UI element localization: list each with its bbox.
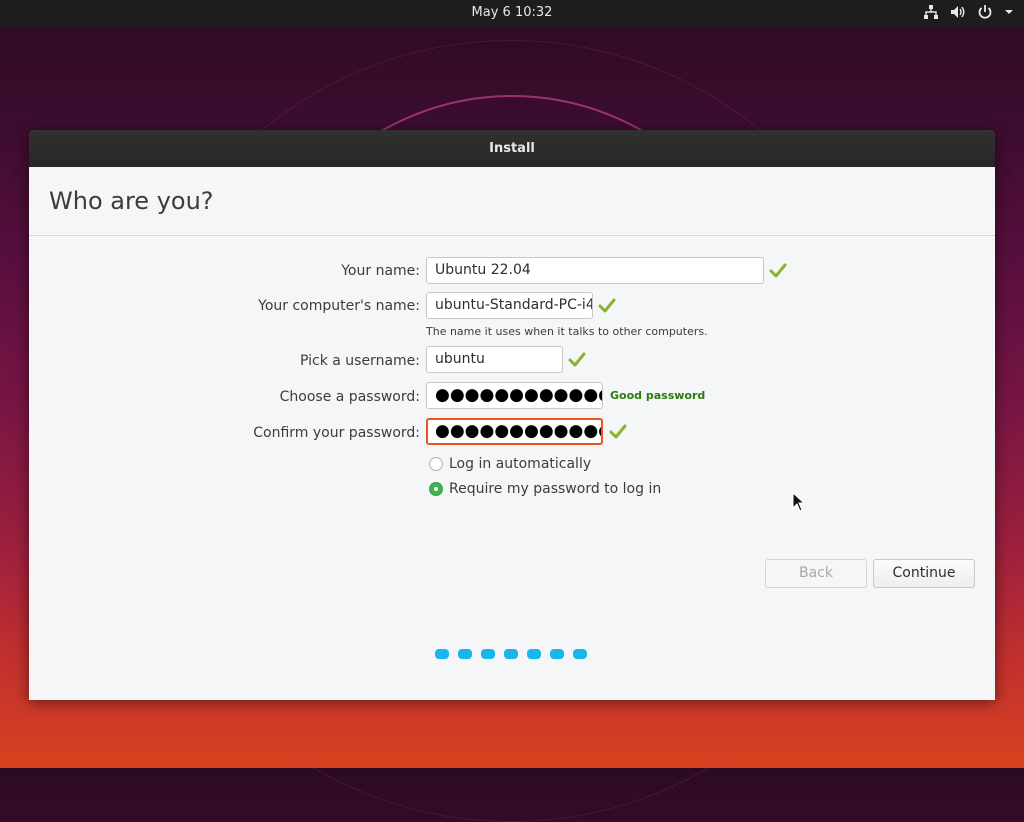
mouse-pointer-icon [792, 492, 806, 512]
progress-dot [458, 649, 472, 659]
password-field[interactable]: ●●●●●●●●●●●● [426, 382, 603, 409]
menu-arrow-icon[interactable] [1004, 4, 1014, 20]
check-icon [769, 263, 787, 278]
computer-name-field[interactable]: ubuntu-Standard-PC-i4 [426, 292, 593, 319]
radio-unselected-icon[interactable] [429, 457, 443, 471]
computer-name-hint: The name it uses when it talks to other … [426, 325, 708, 338]
back-button[interactable]: Back [765, 559, 867, 588]
confirm-password-field[interactable]: ●●●●●●●●●●●● [426, 418, 603, 445]
computer-name-label: Your computer's name: [258, 298, 420, 314]
password-label: Choose a password: [279, 389, 420, 405]
clock[interactable]: May 6 10:32 [0, 5, 1024, 20]
username-label: Pick a username: [299, 353, 420, 369]
check-icon [609, 424, 627, 439]
progress-dot [481, 649, 495, 659]
continue-button[interactable]: Continue [873, 559, 975, 588]
password-strength: Good password [610, 389, 706, 402]
install-progress [435, 649, 587, 659]
installer-window: Install Who are you? Your name: Ubuntu 2… [29, 130, 995, 700]
progress-dot [435, 649, 449, 659]
form-rows: Your name: Ubuntu 22.04 Your computer's … [29, 130, 995, 700]
confirm-password-label: Confirm your password: [253, 425, 420, 441]
password-mask: ●●●●●●●●●●●● [435, 385, 603, 405]
progress-dot [504, 649, 518, 659]
your-name-label: Your name: [341, 263, 420, 279]
radio-selected-icon[interactable] [429, 482, 443, 496]
progress-dot [550, 649, 564, 659]
username-field[interactable]: ubuntu [426, 346, 563, 373]
your-name-field[interactable]: Ubuntu 22.04 [426, 257, 764, 284]
volume-icon[interactable] [950, 4, 966, 20]
login-automatically-option[interactable]: Log in automatically [429, 456, 591, 472]
top-panel: May 6 10:32 [0, 0, 1024, 27]
network-icon[interactable] [923, 4, 939, 20]
progress-dot [527, 649, 541, 659]
confirm-password-mask: ●●●●●●●●●●●● [435, 421, 603, 441]
progress-dot [573, 649, 587, 659]
check-icon [568, 352, 586, 367]
require-password-option[interactable]: Require my password to log in [429, 481, 661, 497]
login-automatically-label: Log in automatically [449, 456, 592, 472]
check-icon [598, 298, 616, 313]
power-icon[interactable] [977, 4, 993, 20]
require-password-label: Require my password to log in [449, 481, 662, 497]
system-tray[interactable] [923, 4, 1014, 20]
